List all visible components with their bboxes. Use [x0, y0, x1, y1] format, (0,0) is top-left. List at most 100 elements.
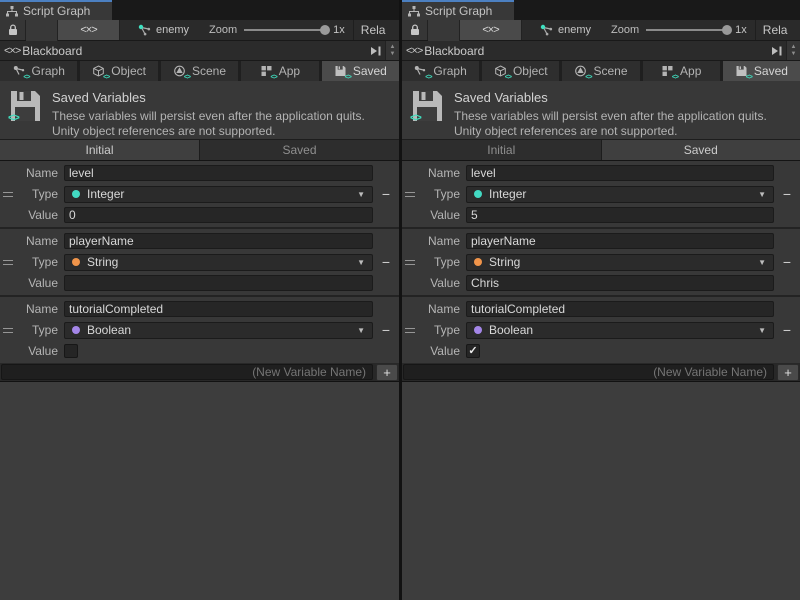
type-row: Type Integer ▼ − [0, 184, 399, 204]
new-variable-input[interactable] [1, 364, 373, 380]
zoom-slider[interactable] [646, 29, 728, 31]
variable-value-input[interactable] [466, 207, 774, 223]
graph-asset-icon [540, 24, 553, 36]
tab-saved[interactable]: <> Saved [322, 61, 399, 81]
drag-handle-icon[interactable] [3, 328, 13, 333]
name-label: Name [418, 302, 460, 316]
info-description-1: These variables will persist even after … [52, 109, 365, 124]
tab-app[interactable]: <> App [241, 61, 318, 81]
saved-tab-icon: <> [735, 65, 749, 78]
scroll-up-icon[interactable]: ▲ [390, 44, 396, 51]
scroll-down-icon[interactable]: ▼ [791, 51, 797, 58]
variables-toggle-button[interactable]: <×> [460, 20, 522, 40]
name-label: Name [418, 166, 460, 180]
window-tab-bar: Script Graph [402, 0, 800, 20]
variable-name-input[interactable] [64, 165, 373, 181]
tab-app-label: App [279, 64, 300, 78]
value-checkbox[interactable] [64, 344, 78, 358]
drag-handle-icon[interactable] [405, 260, 415, 265]
tab-object[interactable]: <> Object [80, 61, 157, 81]
variable-name-input[interactable] [466, 301, 774, 317]
tab-graph[interactable]: <> Graph [402, 61, 479, 81]
tab-saved-label: Saved [754, 64, 788, 78]
new-variable-input[interactable] [403, 364, 774, 380]
variable-group-tutorialcompleted: Name Type Boolean ▼ − Value [0, 297, 399, 363]
remove-variable-button[interactable]: − [382, 323, 390, 337]
info-title: Saved Variables [52, 90, 365, 105]
scroll-up-icon[interactable]: ▲ [791, 44, 797, 51]
remove-variable-button[interactable]: − [783, 323, 791, 337]
type-dropdown[interactable]: Boolean ▼ [64, 322, 373, 339]
variable-name-input[interactable] [466, 233, 774, 249]
drag-handle-icon[interactable] [3, 260, 13, 265]
name-label: Name [16, 234, 58, 248]
variable-list: Name Type Integer ▼ − Value [0, 161, 399, 363]
tab-scene-label: Scene [593, 64, 627, 78]
value-checkbox[interactable]: ✓ [466, 344, 480, 358]
remove-variable-button[interactable]: − [783, 187, 791, 201]
variable-value-input[interactable] [64, 275, 373, 291]
zoom-slider[interactable] [244, 29, 326, 31]
drag-handle-icon[interactable] [405, 192, 415, 197]
variable-name-input[interactable] [64, 233, 373, 249]
tab-object[interactable]: <> Object [482, 61, 559, 81]
zoom-value: 1x [333, 24, 345, 36]
value-row: Value [402, 205, 800, 225]
window-tab-script-graph[interactable]: Script Graph [0, 0, 112, 20]
script-graph-icon [408, 6, 420, 17]
saved-variables-icon: <> [411, 89, 443, 123]
lock-button[interactable] [0, 20, 26, 40]
scroll-steppers[interactable]: ▲ ▼ [385, 41, 399, 60]
graph-breadcrumb[interactable]: enemy [138, 20, 189, 40]
zoom-slider-handle[interactable] [722, 25, 732, 35]
variables-toggle-button[interactable]: <×> [58, 20, 120, 40]
relations-button[interactable]: Rela [756, 20, 788, 40]
drag-handle-icon[interactable] [405, 328, 415, 333]
tab-app-label: App [680, 64, 701, 78]
tab-app[interactable]: <> App [643, 61, 720, 81]
graph-breadcrumb[interactable]: enemy [540, 20, 591, 40]
variable-name-input[interactable] [466, 165, 774, 181]
variable-value-input[interactable] [64, 207, 373, 223]
type-dropdown[interactable]: String ▼ [64, 254, 373, 271]
scroll-steppers[interactable]: ▲ ▼ [786, 41, 800, 60]
zoom-slider-handle[interactable] [320, 25, 330, 35]
tab-graph-label: Graph [32, 64, 65, 78]
type-dropdown[interactable]: Integer ▼ [64, 186, 373, 203]
variable-value-input[interactable] [466, 275, 774, 291]
remove-variable-button[interactable]: − [382, 187, 390, 201]
tab-initial[interactable]: Initial [0, 140, 199, 160]
add-variable-button[interactable]: + [376, 364, 398, 381]
value-label: Value [16, 344, 58, 358]
lock-button[interactable] [402, 20, 428, 40]
integer-type-dot [474, 190, 482, 198]
type-dropdown[interactable]: Integer ▼ [466, 186, 774, 203]
tab-saved-values[interactable]: Saved [602, 140, 800, 160]
scroll-down-icon[interactable]: ▼ [390, 51, 396, 58]
tab-graph[interactable]: <> Graph [0, 61, 77, 81]
zoom-label: Zoom [209, 24, 237, 36]
type-dropdown[interactable]: String ▼ [466, 254, 774, 271]
tab-scene[interactable]: <> Scene [161, 61, 238, 81]
dock-button[interactable] [768, 46, 786, 56]
type-dropdown[interactable]: Boolean ▼ [466, 322, 774, 339]
name-row: Name [402, 231, 800, 251]
window-tab-script-graph[interactable]: Script Graph [402, 0, 514, 20]
add-variable-button[interactable]: + [777, 364, 799, 381]
remove-variable-button[interactable]: − [382, 255, 390, 269]
tab-saved[interactable]: <> Saved [723, 61, 800, 81]
remove-variable-button[interactable]: − [783, 255, 791, 269]
type-row: Type Boolean ▼ − [402, 320, 800, 340]
name-label: Name [16, 302, 58, 316]
tab-saved-values[interactable]: Saved [200, 140, 399, 160]
name-label: Name [16, 166, 58, 180]
dock-button[interactable] [367, 46, 385, 56]
zoom-value: 1x [735, 24, 747, 36]
variable-name-input[interactable] [64, 301, 373, 317]
relations-button[interactable]: Rela [354, 20, 386, 40]
type-label: Type [418, 187, 460, 201]
tab-scene[interactable]: <> Scene [562, 61, 639, 81]
saved-variables-icon: <> [9, 89, 41, 123]
tab-initial[interactable]: Initial [402, 140, 601, 160]
drag-handle-icon[interactable] [3, 192, 13, 197]
